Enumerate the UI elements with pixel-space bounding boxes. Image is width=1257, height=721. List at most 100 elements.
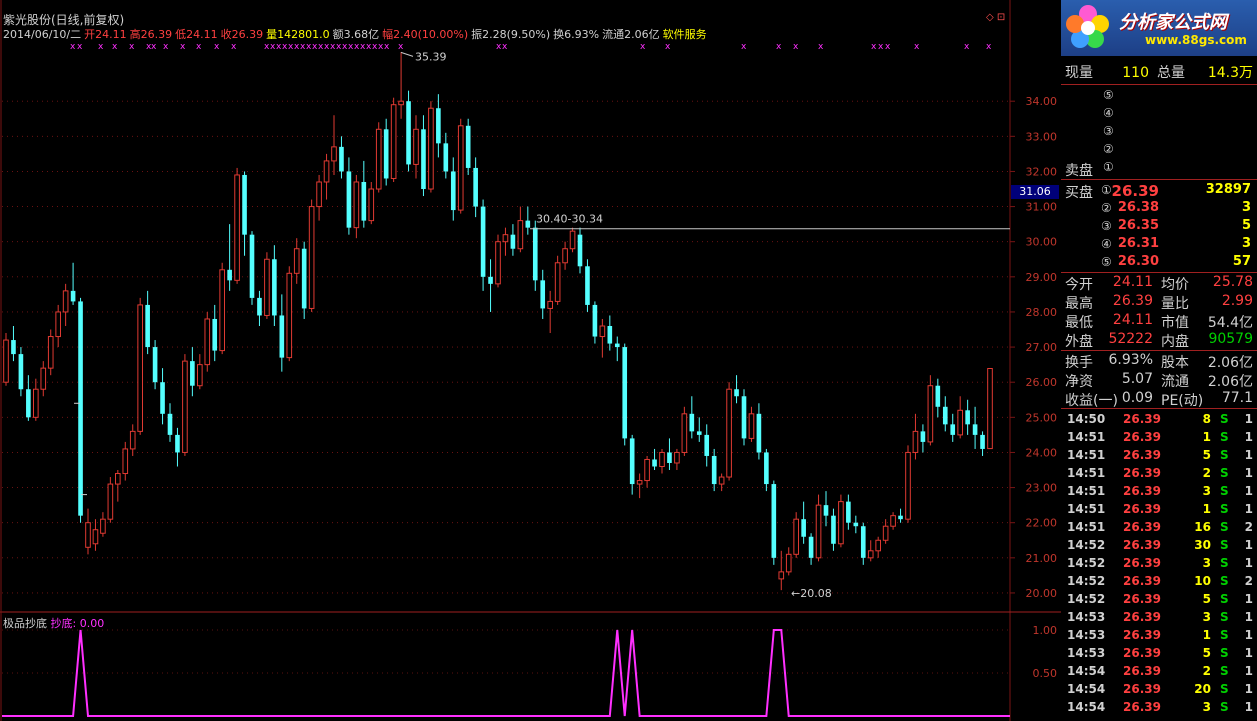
candle-body: [182, 360, 188, 453]
candle-body: [607, 326, 613, 344]
tick-row[interactable]: 14:51 26.39 16 S 2: [1061, 518, 1257, 536]
tick-price: 26.39: [1123, 646, 1161, 660]
kline-chart[interactable]: 20.00 21.00 22.00 23.00 24.00 25.00 26.00 27.00…: [0, 0, 1061, 721]
tick-row[interactable]: 14:52 26.39 30 S 1: [1061, 536, 1257, 554]
candle-body: [674, 451, 680, 464]
tick-row[interactable]: 14:54 26.39 2 S 1: [1061, 662, 1257, 680]
signal-x-marker: x: [398, 42, 404, 52]
candle-body: [264, 258, 270, 316]
tick-price: 26.39: [1123, 574, 1161, 588]
tick-side: S: [1220, 700, 1229, 714]
quote-panel: 分析家公式网 www.88gs.com 现量 110 总量 14.3万 ⑤④③②…: [1061, 0, 1257, 721]
stat-value: 2.06亿: [1207, 374, 1253, 390]
candle-body: [3, 339, 9, 383]
signal-x-marker: x: [776, 42, 782, 52]
candle-body: [517, 220, 524, 250]
cursor-price-tag: 31.06: [1011, 185, 1059, 199]
candle-body: [562, 248, 568, 264]
signal-x-marker: x: [70, 42, 76, 52]
divider: [1061, 272, 1257, 273]
tick-price: 26.39: [1123, 592, 1161, 606]
window-control-icons[interactable]: ◇ ⊡: [986, 12, 1005, 23]
candle-body: [115, 473, 121, 485]
candle-body: [465, 125, 471, 168]
candle-body: [927, 385, 934, 443]
info-field: 幅2.40(10.00%): [382, 28, 469, 41]
tick-row[interactable]: 14:52 26.39 5 S 1: [1061, 590, 1257, 608]
tick-side: S: [1220, 520, 1229, 534]
sell-level-marker: ①: [1103, 160, 1114, 174]
candle-body: [629, 438, 635, 485]
signal-x-marker: x: [214, 42, 220, 52]
tick-side: S: [1220, 466, 1229, 480]
candle-body: [540, 280, 546, 309]
tick-count: 1: [1244, 700, 1253, 714]
signal-x-marker: x: [793, 42, 799, 52]
candle-body: [778, 571, 785, 580]
tick-row[interactable]: 14:51 26.39 3 S 1: [1061, 482, 1257, 500]
candle-body: [764, 452, 769, 485]
candle-body: [331, 146, 337, 162]
candle-body: [741, 396, 747, 439]
tick-volume: 30: [1194, 538, 1211, 552]
divider: [1061, 84, 1257, 85]
tick-count: 1: [1244, 538, 1253, 552]
tick-volume: 3: [1202, 556, 1211, 570]
stat-value: 26.39: [1112, 293, 1153, 309]
stat-label: 市值: [1161, 315, 1189, 331]
y-tick-label: 23.00: [1026, 482, 1058, 495]
stat-value: 5.07: [1121, 371, 1153, 387]
tick-price: 26.39: [1123, 682, 1161, 696]
candle-body: [718, 476, 725, 485]
candle-body: [488, 276, 493, 284]
tick-row[interactable]: 14:53 26.39 1 S 1: [1061, 626, 1257, 644]
total-volume-label: 总量: [1157, 65, 1185, 81]
tick-volume: 1: [1202, 502, 1211, 516]
y-tick-label: 26.00: [1026, 376, 1058, 389]
candle-body: [160, 382, 165, 414]
tick-row[interactable]: 14:54 26.39 20 S 1: [1061, 680, 1257, 698]
stat-value: 2.06亿: [1207, 355, 1253, 371]
candle-body: [398, 100, 404, 106]
candle-body: [197, 364, 203, 387]
tick-row[interactable]: 14:52 26.39 10 S 2: [1061, 572, 1257, 590]
tick-volume: 3: [1202, 484, 1211, 498]
candle-body: [368, 188, 375, 222]
tick-row[interactable]: 14:54 26.39 3 S 1: [1061, 698, 1257, 716]
candle-body: [122, 448, 129, 475]
tick-volume: 5: [1202, 646, 1211, 660]
candle-body: [867, 550, 874, 559]
tick-row[interactable]: 14:51 26.39 5 S 1: [1061, 446, 1257, 464]
signal-x-marker: x: [163, 42, 169, 52]
candle-body: [823, 505, 829, 516]
buy-volume: 32897: [1205, 182, 1251, 197]
candle-body: [815, 504, 822, 559]
y-tick-label: 24.00: [1026, 446, 1058, 459]
tick-row[interactable]: 14:51 26.39 1 S 1: [1061, 500, 1257, 518]
tick-volume: 1: [1202, 628, 1211, 642]
tick-row[interactable]: 14:51 26.39 1 S 1: [1061, 428, 1257, 446]
site-logo[interactable]: 分析家公式网 www.88gs.com: [1061, 0, 1257, 56]
tick-count: 1: [1244, 646, 1253, 660]
tick-count: 1: [1244, 502, 1253, 516]
candle-body: [726, 388, 732, 478]
tick-price: 26.39: [1123, 628, 1161, 642]
tick-row[interactable]: 14:50 26.39 8 S 1: [1061, 410, 1257, 428]
candle-body: [353, 181, 360, 229]
candle-body: [644, 458, 650, 482]
signal-x-marker: x: [384, 42, 390, 52]
signal-x-marker: x: [741, 42, 747, 52]
y-tick-label: 34.00: [1026, 95, 1058, 108]
candle-body: [78, 301, 83, 516]
tick-volume: 5: [1202, 592, 1211, 606]
tick-count: 1: [1244, 448, 1253, 462]
tick-row[interactable]: 14:51 26.39 2 S 1: [1061, 464, 1257, 482]
signal-x-marker: x: [964, 42, 970, 52]
candle-body: [681, 413, 688, 453]
candle-body: [935, 385, 941, 407]
tick-row[interactable]: 14:53 26.39 5 S 1: [1061, 644, 1257, 662]
candle-body: [107, 483, 114, 520]
tick-row[interactable]: 14:52 26.39 3 S 1: [1061, 554, 1257, 572]
tick-row[interactable]: 14:53 26.39 3 S 1: [1061, 608, 1257, 626]
y-tick-label: 30.00: [1026, 236, 1058, 249]
